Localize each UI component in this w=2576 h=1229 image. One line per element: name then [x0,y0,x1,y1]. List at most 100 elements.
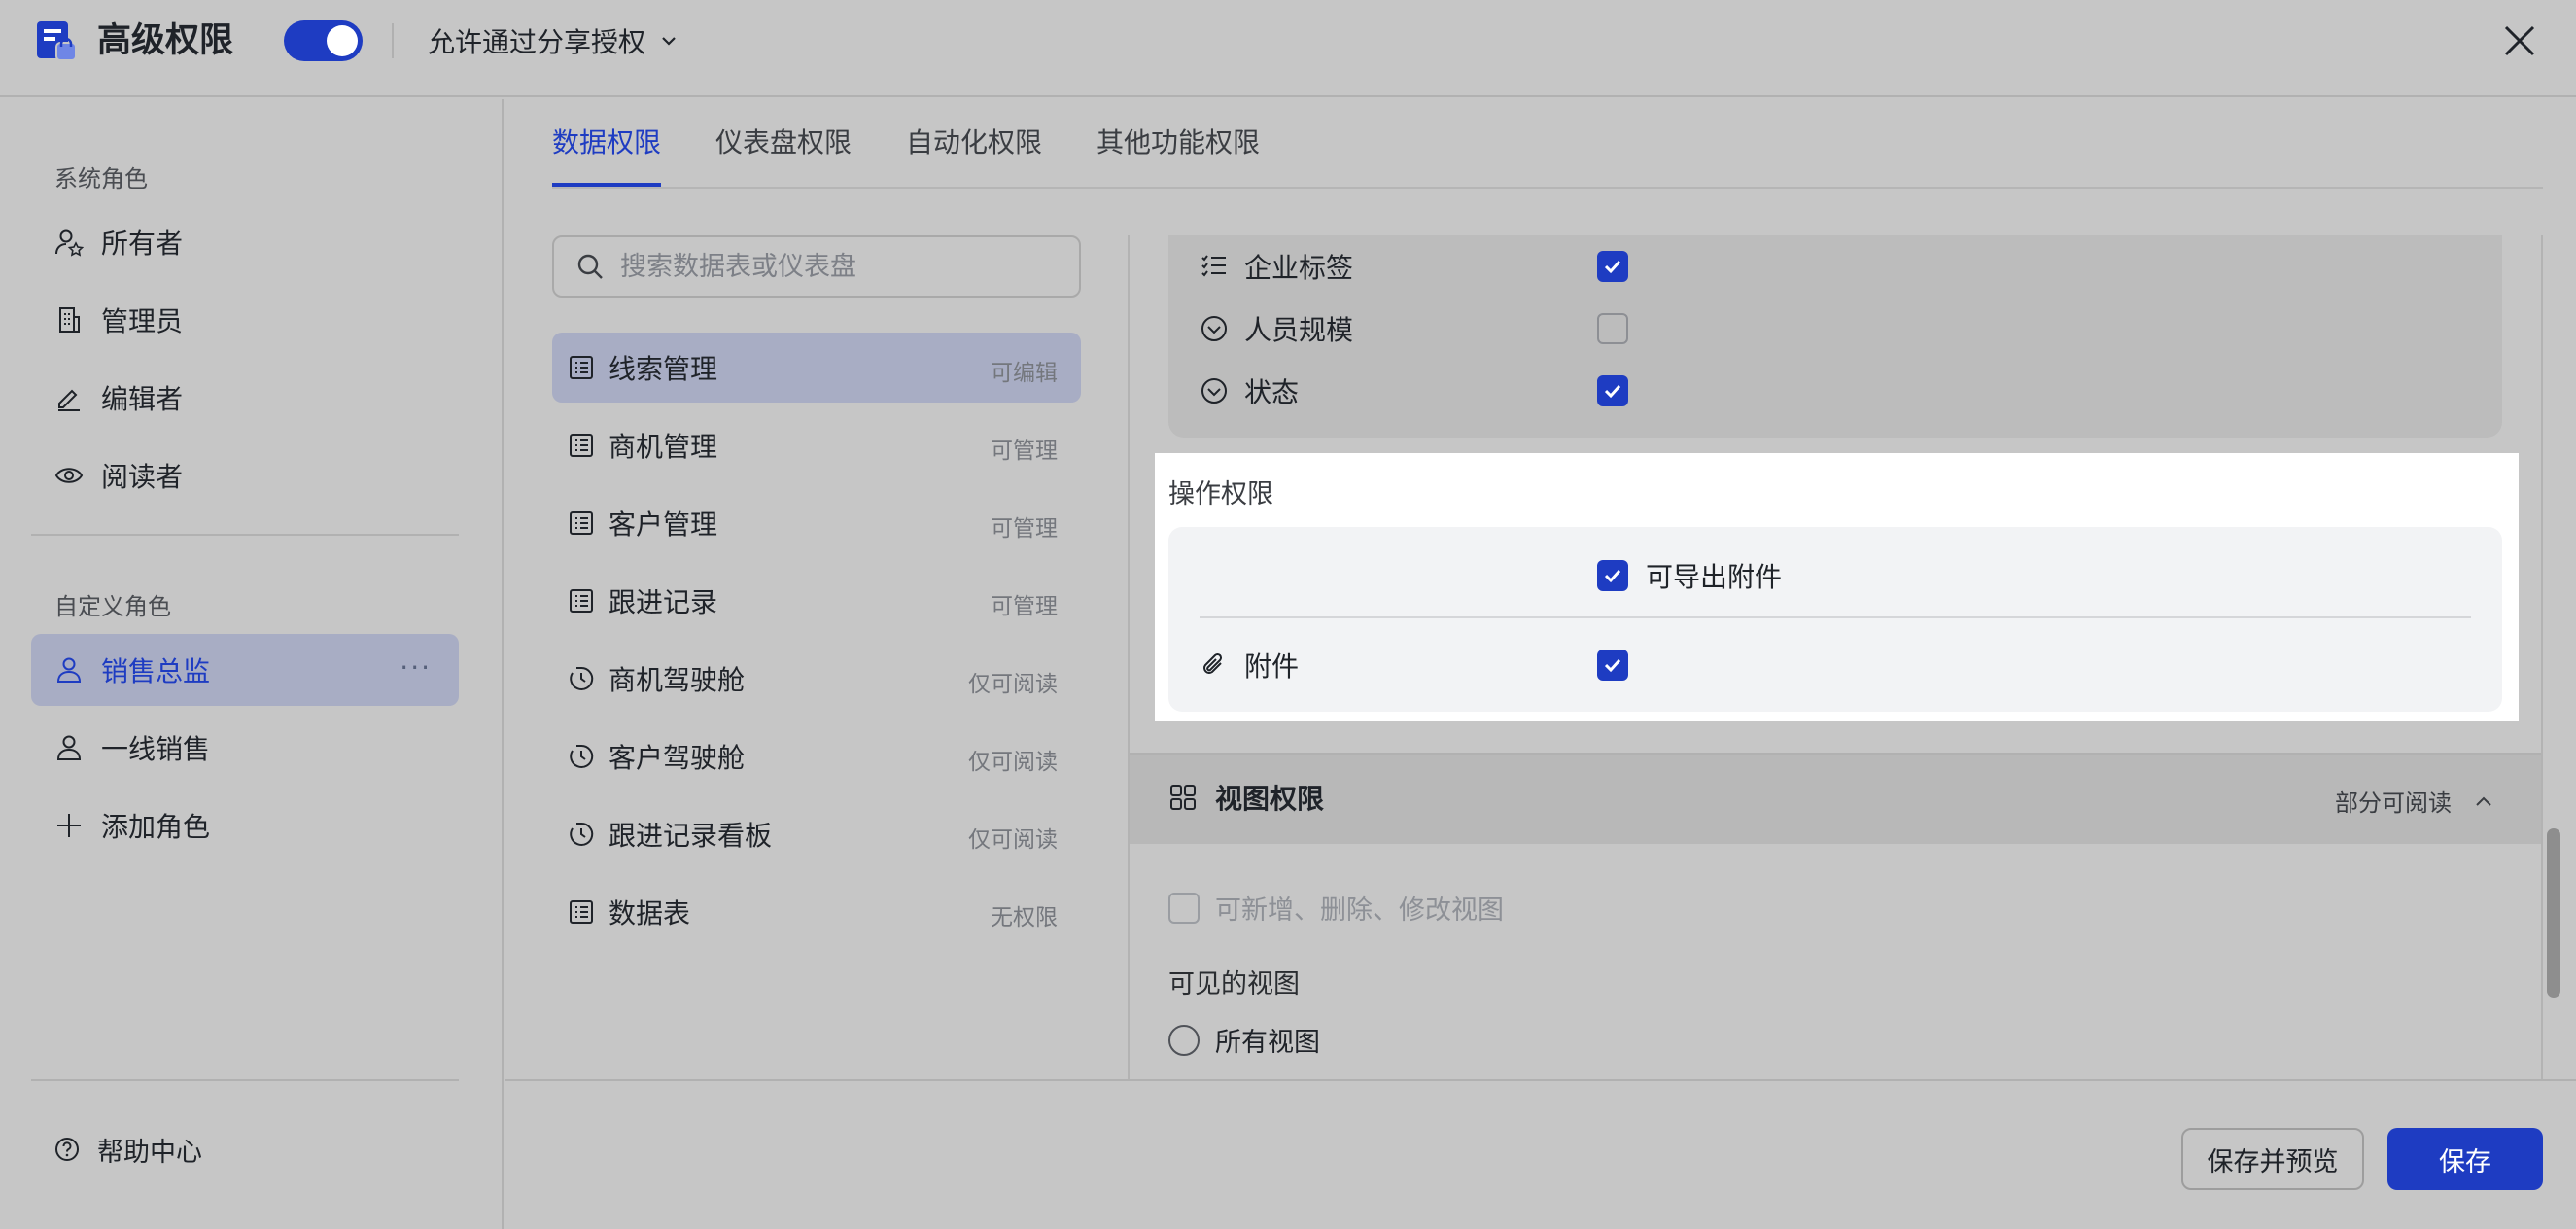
role-label: 管理员 [101,305,184,337]
role-item-admin[interactable]: 管理员 [31,284,459,356]
field-label: 状态 [1244,376,1300,408]
table-item[interactable]: 数据表 无权限 [552,877,1081,947]
header-bar [0,0,2576,97]
dashboard-icon [568,665,595,692]
field-row: 人员规模 [1200,307,1353,350]
tab-data-permission[interactable]: 数据权限 [552,119,661,187]
table-name: 商机管理 [609,431,718,463]
tab-other-permission[interactable]: 其他功能权限 [1097,119,1260,187]
header-divider [392,23,394,58]
field-permission-card [1168,235,2502,438]
dashboard-item[interactable]: 商机驾驶舱 仅可阅读 [552,644,1081,714]
table-name: 商机驾驶舱 [609,664,746,696]
field-checkbox[interactable] [1597,375,1628,406]
all-views-radio[interactable] [1168,1024,1200,1056]
table-item[interactable]: 商机管理 可管理 [552,410,1081,480]
panel-scrollbar[interactable] [2547,828,2560,998]
export-attachment-checkbox[interactable] [1597,560,1628,591]
tab-automation-permission[interactable]: 自动化权限 [906,119,1042,187]
role-item-reader[interactable]: 阅读者 [31,439,459,511]
advanced-permission-toggle[interactable] [284,20,363,61]
more-options-icon[interactable]: ··· [400,651,432,684]
save-button[interactable]: 保存 [2387,1128,2543,1190]
view-permission-status-group[interactable]: 部分可阅读 [2335,784,2494,818]
help-question-icon [54,1137,80,1162]
chevron-down-icon [659,31,679,51]
chevron-up-icon[interactable] [2473,790,2494,812]
export-attachment-option[interactable]: 可导出附件 [1597,556,1782,595]
table-permission: 无权限 [991,905,1058,931]
role-label: 所有者 [101,228,184,260]
edit-views-checkbox[interactable] [1168,892,1200,924]
single-select-icon [1200,314,1229,343]
tab-dashboard-permission[interactable]: 仪表盘权限 [715,119,852,187]
table-permission: 仅可阅读 [968,672,1058,697]
export-attachment-label: 可导出附件 [1646,561,1783,593]
table-name: 客户管理 [609,509,718,541]
user-icon [54,733,84,762]
role-label: 编辑者 [101,383,184,415]
field-label: 企业标签 [1244,252,1354,284]
table-name: 数据表 [609,897,691,930]
sidebar-divider [31,534,459,536]
attachment-checkbox[interactable] [1597,650,1628,681]
add-role-label: 添加角色 [101,811,211,843]
table-permission: 可管理 [991,439,1058,464]
active-tab-indicator [552,183,661,187]
operation-permission-card [1168,527,2502,712]
table-item[interactable]: 客户管理 可管理 [552,488,1081,558]
share-authorization-label: 允许通过分享授权 [428,26,646,58]
role-item-editor[interactable]: 编辑者 [31,362,459,434]
table-name: 跟进记录 [609,586,718,618]
add-role-button[interactable]: 添加角色 [31,790,459,861]
table-item[interactable]: 线索管理 可编辑 [552,333,1081,403]
table-permission: 可编辑 [991,361,1058,386]
table-name: 跟进记录看板 [609,820,773,852]
search-box[interactable] [552,235,1081,298]
single-select-icon [1200,376,1229,405]
user-icon [54,655,84,685]
all-views-option[interactable]: 所有视图 [1168,1021,1320,1059]
field-label: 人员规模 [1244,314,1354,346]
table-item[interactable]: 跟进记录 可管理 [552,566,1081,636]
edit-views-label: 可新增、删除、修改视图 [1215,895,1504,926]
table-permission: 仅可阅读 [968,750,1058,775]
table-name: 线索管理 [609,353,718,385]
help-center-link[interactable]: 帮助中心 [31,1113,459,1185]
attachment-label: 附件 [1244,650,1300,683]
field-checkbox[interactable] [1597,313,1628,344]
role-item-frontline-sales[interactable]: 一线销售 [31,712,459,784]
table-permission: 可管理 [991,516,1058,542]
page-title: 高级权限 [97,21,234,60]
share-authorization-select[interactable]: 允许通过分享授权 [428,19,679,62]
edit-pen-icon [54,383,84,412]
sidebar-footer-divider [31,1079,459,1081]
view-permission-header[interactable] [1130,753,2541,844]
admin-building-icon [54,305,84,334]
dashboard-item[interactable]: 客户驾驶舱 仅可阅读 [552,721,1081,791]
view-permission-title: 视图权限 [1215,783,1325,815]
grid-icon [1168,783,1198,812]
table-icon [568,354,595,381]
table-permission: 仅可阅读 [968,827,1058,853]
role-item-owner[interactable]: 所有者 [31,206,459,278]
tab-baseline [552,187,2543,189]
help-center-label: 帮助中心 [97,1137,202,1168]
field-row: 企业标签 [1200,245,1353,288]
save-and-preview-button[interactable]: 保存并预览 [2181,1128,2364,1190]
table-permission: 可管理 [991,594,1058,619]
operation-divider [1200,616,2471,618]
role-item-sales-director[interactable]: 销售总监 ··· [31,634,459,706]
close-icon[interactable] [2498,19,2541,62]
view-permission-title-group: 视图权限 [1168,778,1324,817]
table-name: 客户驾驶舱 [609,742,746,774]
dashboard-item[interactable]: 跟进记录看板 仅可阅读 [552,799,1081,869]
search-input[interactable] [620,251,1048,282]
role-label: 一线销售 [101,733,211,765]
table-icon [568,587,595,614]
attachment-field-row: 附件 [1200,644,1299,686]
advanced-permission-logo-icon [35,19,78,62]
edit-views-option[interactable]: 可新增、删除、修改视图 [1168,889,1504,927]
field-row: 状态 [1200,369,1299,412]
field-checkbox[interactable] [1597,251,1628,282]
